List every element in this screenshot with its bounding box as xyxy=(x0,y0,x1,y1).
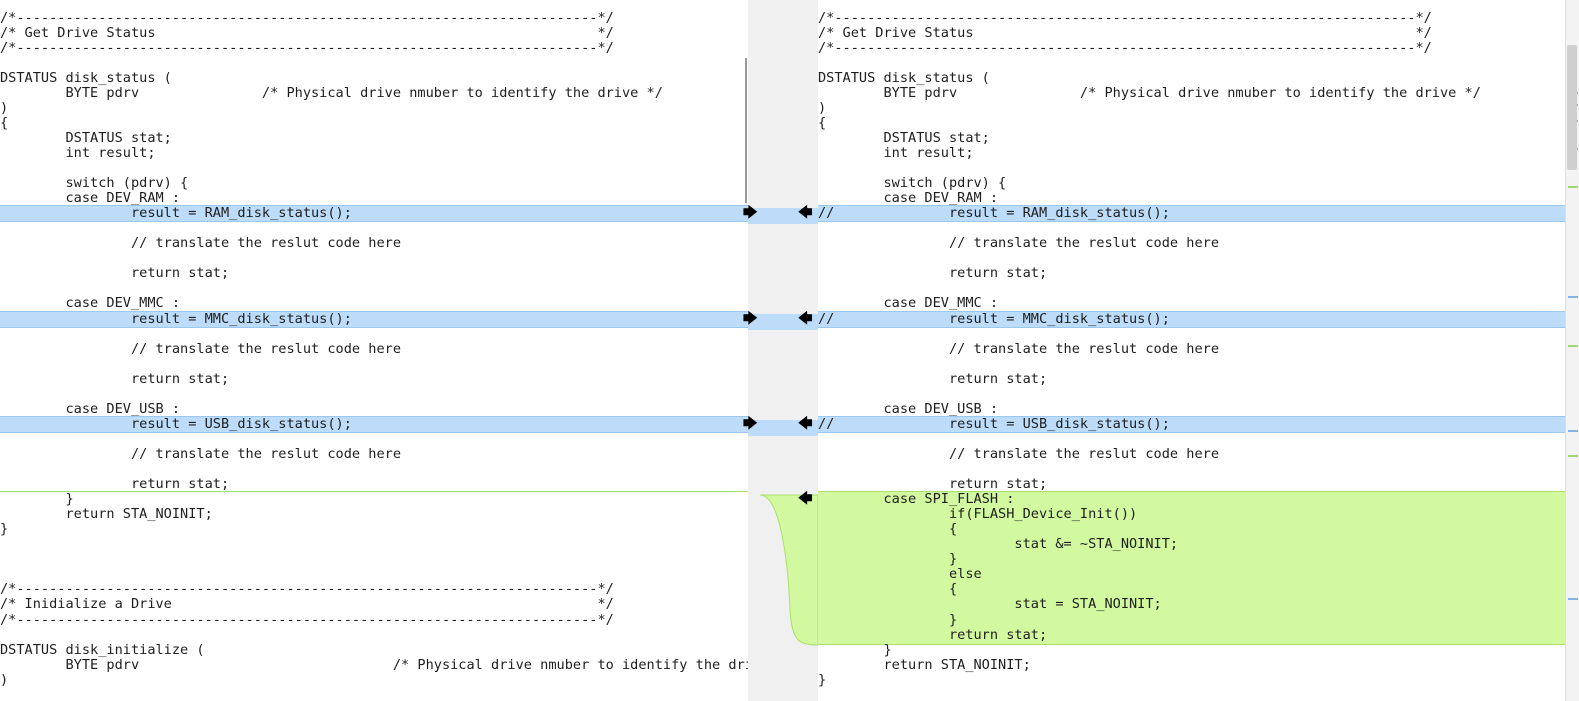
ruler-change-mark[interactable] xyxy=(1568,598,1578,600)
code-line[interactable]: // translate the reslut code here xyxy=(818,341,1219,357)
code-line[interactable]: return stat; xyxy=(818,266,1047,281)
left-scrollbar[interactable] xyxy=(745,58,747,203)
code-line[interactable]: return stat; xyxy=(818,477,1047,492)
code-line[interactable]: } xyxy=(818,642,891,658)
code-line[interactable]: // translate the reslut code here xyxy=(818,236,1219,251)
code-line[interactable]: int result; xyxy=(818,145,973,161)
code-line[interactable]: result = USB_disk_status(); xyxy=(0,416,352,432)
overview-ruler-thumb[interactable] xyxy=(1567,45,1577,170)
right-editor-pane[interactable]: /*--------------------------------------… xyxy=(818,0,1565,701)
diff-gutter: 🡆 🡄 🡆 🡄 🡆 🡄 🡄 xyxy=(743,0,818,701)
code-line[interactable]: DSTATUS disk_status ( xyxy=(0,70,172,86)
code-line[interactable]: DSTATUS stat; xyxy=(818,130,989,146)
code-line[interactable]: DSTATUS disk_initialize ( xyxy=(0,642,205,658)
code-line[interactable]: stat &= ~STA_NOINIT; xyxy=(818,537,1178,552)
diff-connector xyxy=(748,208,818,646)
ruler-change-mark[interactable] xyxy=(1568,430,1578,432)
code-line[interactable]: ) xyxy=(0,100,8,116)
code-line[interactable]: return stat; xyxy=(0,477,229,492)
code-line[interactable]: // result = RAM_disk_status(); xyxy=(818,206,1170,221)
code-line[interactable]: result = RAM_disk_status(); xyxy=(0,206,352,221)
code-line[interactable]: return stat; xyxy=(0,266,229,281)
arrow-right-icon[interactable]: 🡆 xyxy=(743,416,757,432)
code-line[interactable]: { xyxy=(818,115,826,131)
code-line[interactable]: case DEV_MMC : xyxy=(818,296,998,311)
code-line[interactable]: BYTE pdrv /* Physical drive nmuber to id… xyxy=(0,657,748,673)
code-line[interactable]: /*--------------------------------------… xyxy=(0,10,614,26)
code-line[interactable]: // translate the reslut code here xyxy=(818,446,1219,462)
code-line[interactable]: switch (pdrv) { xyxy=(0,176,188,191)
arrow-right-icon[interactable]: 🡆 xyxy=(743,206,757,221)
code-line[interactable]: ) xyxy=(0,672,8,688)
code-line[interactable]: return stat; xyxy=(818,371,1047,387)
code-line[interactable]: case DEV_USB : xyxy=(818,401,998,417)
code-line[interactable]: return STA_NOINIT; xyxy=(818,657,1030,673)
code-line[interactable]: // translate the reslut code here xyxy=(0,446,401,462)
code-line[interactable]: BYTE pdrv /* Physical drive nmuber to id… xyxy=(0,85,662,101)
code-line[interactable]: case DEV_MMC : xyxy=(0,296,180,311)
code-line[interactable]: else xyxy=(818,567,982,582)
code-line[interactable]: // translate the reslut code here xyxy=(0,341,401,357)
code-line[interactable]: /*--------------------------------------… xyxy=(0,40,614,56)
code-line[interactable]: int result; xyxy=(0,145,155,161)
code-line[interactable]: // result = USB_disk_status(); xyxy=(818,416,1170,432)
ruler-change-mark[interactable] xyxy=(1568,345,1578,347)
code-line[interactable]: stat = STA_NOINIT; xyxy=(818,597,1161,612)
code-line[interactable]: /* Get Drive Status */ xyxy=(818,25,1432,41)
code-line[interactable]: } xyxy=(0,522,8,537)
code-line[interactable]: DSTATUS disk_status ( xyxy=(818,70,990,86)
code-line[interactable]: { xyxy=(818,522,957,537)
code-line[interactable]: // result = MMC_disk_status(); xyxy=(818,311,1170,327)
code-line[interactable]: result = MMC_disk_status(); xyxy=(0,311,352,327)
code-line[interactable]: { xyxy=(818,582,957,597)
code-line[interactable]: return STA_NOINIT; xyxy=(0,507,212,522)
code-line[interactable]: /*--------------------------------------… xyxy=(818,10,1432,26)
code-line[interactable]: } xyxy=(818,552,957,567)
ruler-change-mark[interactable] xyxy=(1568,455,1578,457)
code-line[interactable]: if(FLASH_Device_Init()) xyxy=(818,507,1137,522)
code-line[interactable]: } xyxy=(818,672,826,688)
code-line[interactable]: { xyxy=(0,115,8,131)
code-line[interactable]: case DEV_USB : xyxy=(0,401,180,417)
arrow-left-icon[interactable]: 🡄 xyxy=(798,311,812,327)
arrow-right-icon[interactable]: 🡆 xyxy=(743,311,757,327)
arrow-left-icon[interactable]: 🡄 xyxy=(798,492,812,507)
code-line[interactable]: /*--------------------------------------… xyxy=(0,612,614,628)
code-line[interactable]: } xyxy=(818,612,957,628)
left-editor-pane[interactable]: /*--------------------------------------… xyxy=(0,0,748,701)
code-line[interactable]: /*--------------------------------------… xyxy=(818,40,1432,56)
code-line[interactable]: return stat; xyxy=(0,371,229,387)
code-line[interactable]: /* Inidialize a Drive */ xyxy=(0,597,614,612)
ruler-change-mark[interactable] xyxy=(1568,186,1578,188)
code-line[interactable]: case DEV_RAM : xyxy=(818,191,998,206)
code-line[interactable]: /* Get Drive Status */ xyxy=(0,25,614,41)
arrow-left-icon[interactable]: 🡄 xyxy=(798,206,812,221)
arrow-left-icon[interactable]: 🡄 xyxy=(798,416,812,432)
code-line[interactable]: BYTE pdrv /* Physical drive nmuber to id… xyxy=(818,85,1480,101)
code-line[interactable]: /*--------------------------------------… xyxy=(0,582,614,597)
ruler-change-mark[interactable] xyxy=(1568,296,1578,298)
code-line[interactable]: } xyxy=(0,492,73,507)
code-line[interactable]: case DEV_RAM : xyxy=(0,191,180,206)
code-line[interactable]: case SPI_FLASH : xyxy=(818,492,1014,507)
code-line[interactable]: ) xyxy=(818,100,826,116)
code-line[interactable]: switch (pdrv) { xyxy=(818,176,1006,191)
code-line[interactable]: DSTATUS stat; xyxy=(0,130,171,146)
code-line[interactable]: // translate the reslut code here xyxy=(0,236,401,251)
code-line[interactable]: return stat; xyxy=(818,627,1047,643)
